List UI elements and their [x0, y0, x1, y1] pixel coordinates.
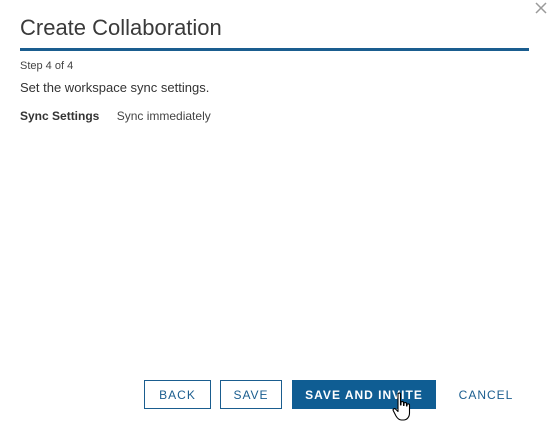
cancel-button[interactable]: CANCEL	[450, 380, 522, 409]
dialog-title: Create Collaboration	[20, 15, 222, 40]
sync-settings-row: Sync Settings Sync immediately	[20, 108, 211, 124]
step-indicator: Step 4 of 4	[20, 60, 74, 72]
create-collaboration-dialog: Create Collaboration Step 4 of 4 Set the…	[0, 0, 554, 445]
title-divider	[20, 48, 529, 51]
close-icon[interactable]	[534, 1, 548, 20]
back-button[interactable]: BACK	[144, 380, 211, 409]
sync-settings-value: Sync immediately	[116, 109, 211, 123]
save-button[interactable]: SAVE	[220, 380, 282, 409]
instructions-text: Set the workspace sync settings.	[20, 80, 210, 95]
save-and-invite-button[interactable]: SAVE AND INVITE	[292, 380, 436, 409]
sync-settings-label: Sync Settings	[20, 109, 100, 123]
close-button[interactable]	[532, 0, 550, 20]
